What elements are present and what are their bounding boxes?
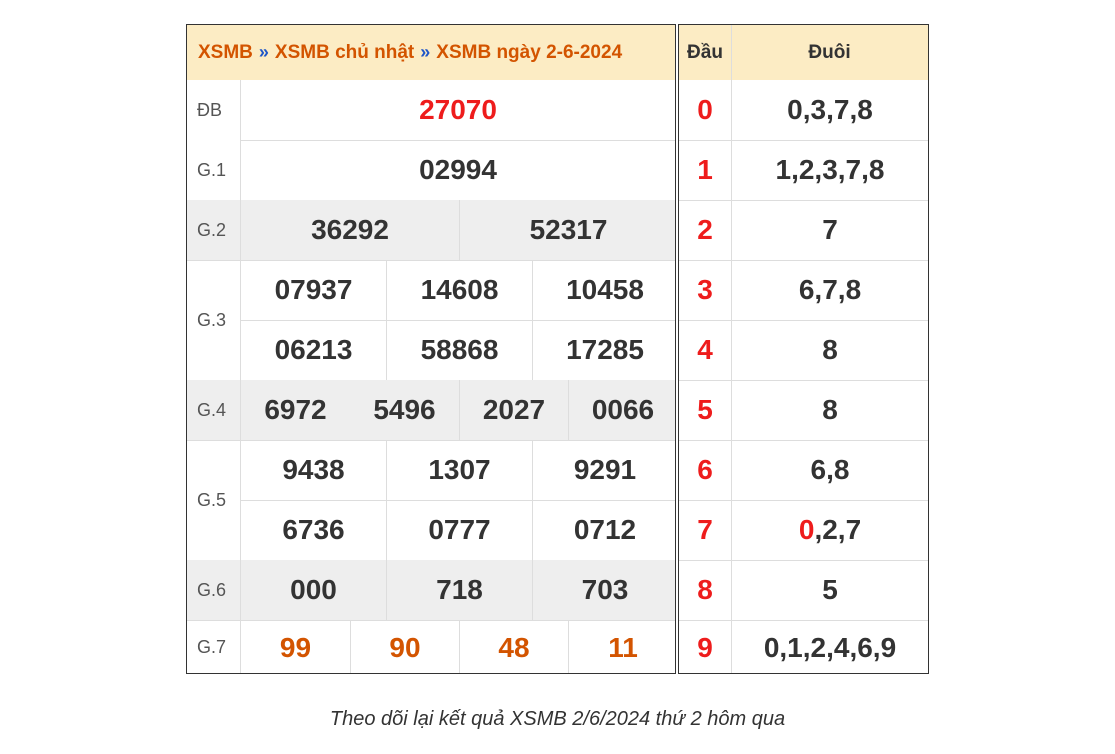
prize-number: 58868 — [386, 320, 532, 380]
loto-row: 9 0,1,2,4,6,9 — [679, 620, 928, 673]
loto-header: Đầu Đuôi — [679, 25, 928, 80]
prize-number: 5496 — [373, 394, 436, 425]
prize-row-g5: G.5 9438 1307 9291 6736 0777 0712 — [187, 440, 675, 560]
prize-number: 718 — [386, 560, 532, 620]
loto-tail-digits: 6,8 — [731, 440, 928, 500]
prize-number: 0712 — [532, 500, 675, 560]
loto-head-digit: 0 — [697, 94, 713, 125]
prize-row-g3: G.3 07937 14608 10458 06213 58868 17285 — [187, 260, 675, 380]
prize-number: 90 — [350, 620, 459, 673]
loto-tail-digits: 0,3,7,8 — [731, 80, 928, 140]
loto-tail-digits: 1,2,3,7,8 — [731, 140, 928, 200]
breadcrumb-xsmb[interactable]: XSMB — [198, 42, 253, 64]
prize-number: 0066 — [568, 380, 675, 440]
loto-tail-label: Đuôi — [808, 41, 851, 63]
page: XSMB » XSMB chủ nhật » XSMB ngày 2-6-202… — [0, 0, 1115, 754]
prize-number: 14608 — [386, 260, 532, 320]
breadcrumb-separator: » — [258, 42, 269, 62]
loto-tail-highlight: 0 — [798, 514, 815, 545]
prize-number: 0777 — [386, 500, 532, 560]
loto-tail-digits: 5 — [731, 560, 928, 620]
prize-number: 1307 — [386, 440, 532, 500]
loto-tail-digits: 6,7,8 — [731, 260, 928, 320]
loto-head-digit: 7 — [697, 514, 713, 545]
prize-number: 06213 — [274, 334, 353, 365]
image-caption: Theo dõi lại kết quả XSMB 2/6/2024 thứ 2… — [329, 708, 786, 730]
loto-tail-digits: 0,2,7 — [731, 500, 928, 560]
loto-table: Đầu Đuôi 0 0,3,7,8 1 1,2,3,7,8 2 7 3 6,7… — [678, 24, 929, 674]
loto-head-digit: 5 — [697, 394, 713, 425]
loto-row: 6 6,8 — [679, 440, 928, 500]
loto-row: 8 5 — [679, 560, 928, 620]
loto-head-label: Đầu — [687, 41, 723, 63]
prize-number: 27070 — [419, 94, 497, 125]
prize-number: 48 — [459, 620, 568, 673]
prize-row-g4: G.4 6972 5496 2027 0066 — [187, 380, 675, 440]
prize-row-g2: G.2 36292 52317 — [187, 200, 675, 260]
prize-number: 6736 — [282, 514, 345, 545]
prize-label: G.4 — [187, 380, 240, 440]
prize-label: G.1 — [197, 159, 227, 180]
prize-number: 9438 — [282, 454, 345, 485]
loto-tail-digits: 0,1,2,4,6,9 — [731, 620, 928, 673]
prize-number: 9291 — [532, 440, 675, 500]
loto-head-digit: 1 — [697, 154, 713, 185]
results-table: XSMB » XSMB chủ nhật » XSMB ngày 2-6-202… — [186, 24, 676, 674]
breadcrumb-separator: » — [420, 42, 431, 62]
loto-row: 7 0,2,7 — [679, 500, 928, 560]
loto-row: 2 7 — [679, 200, 928, 260]
prize-number: 10458 — [532, 260, 675, 320]
prize-label: ĐB — [197, 99, 223, 120]
loto-head-digit: 3 — [697, 274, 713, 305]
loto-row: 1 1,2,3,7,8 — [679, 140, 928, 200]
prize-number: 2027 — [459, 380, 568, 440]
loto-row: 4 8 — [679, 320, 928, 380]
loto-head-digit: 2 — [697, 214, 713, 245]
prize-label: G.5 — [197, 489, 227, 510]
prize-label: G.2 — [187, 200, 240, 260]
prize-number: 07937 — [274, 274, 353, 305]
loto-row: 3 6,7,8 — [679, 260, 928, 320]
prize-row-g6: G.6 000 718 703 — [187, 560, 675, 620]
prize-number: 17285 — [532, 320, 675, 380]
prize-label: G.3 — [197, 309, 227, 330]
loto-tail-digits: 8 — [731, 380, 928, 440]
loto-head-digit: 6 — [697, 454, 713, 485]
prize-number: 36292 — [311, 214, 389, 245]
prize-number: 11 — [568, 620, 675, 673]
prize-number: 703 — [532, 560, 675, 620]
prize-row-db: ĐB 27070 — [187, 80, 675, 140]
breadcrumb-xsmb-sunday[interactable]: XSMB chủ nhật — [275, 42, 414, 64]
loto-row: 5 8 — [679, 380, 928, 440]
prize-number: 99 — [279, 631, 312, 663]
loto-tail-digits: 8 — [731, 320, 928, 380]
loto-head-digit: 4 — [697, 334, 713, 365]
prize-row-g1: G.1 02994 — [187, 140, 675, 200]
breadcrumb-xsmb-date[interactable]: XSMB ngày 2-6-2024 — [436, 42, 622, 64]
prize-row-g7: G.7 99 90 48 11 — [187, 620, 675, 673]
loto-head-digit: 8 — [697, 574, 713, 605]
prize-label: G.7 — [197, 637, 227, 657]
breadcrumb: XSMB » XSMB chủ nhật » XSMB ngày 2-6-202… — [187, 25, 675, 80]
prize-label: G.6 — [187, 560, 240, 620]
loto-row: 0 0,3,7,8 — [679, 80, 928, 140]
loto-head-digit: 9 — [697, 631, 713, 663]
prize-number: 6972 — [264, 394, 327, 425]
loto-tail-digits: 7 — [731, 200, 928, 260]
prize-number: 52317 — [459, 200, 675, 260]
prize-number: 02994 — [419, 154, 497, 185]
prize-number: 000 — [290, 574, 337, 605]
loto-tail-rest: ,2,7 — [814, 514, 862, 545]
